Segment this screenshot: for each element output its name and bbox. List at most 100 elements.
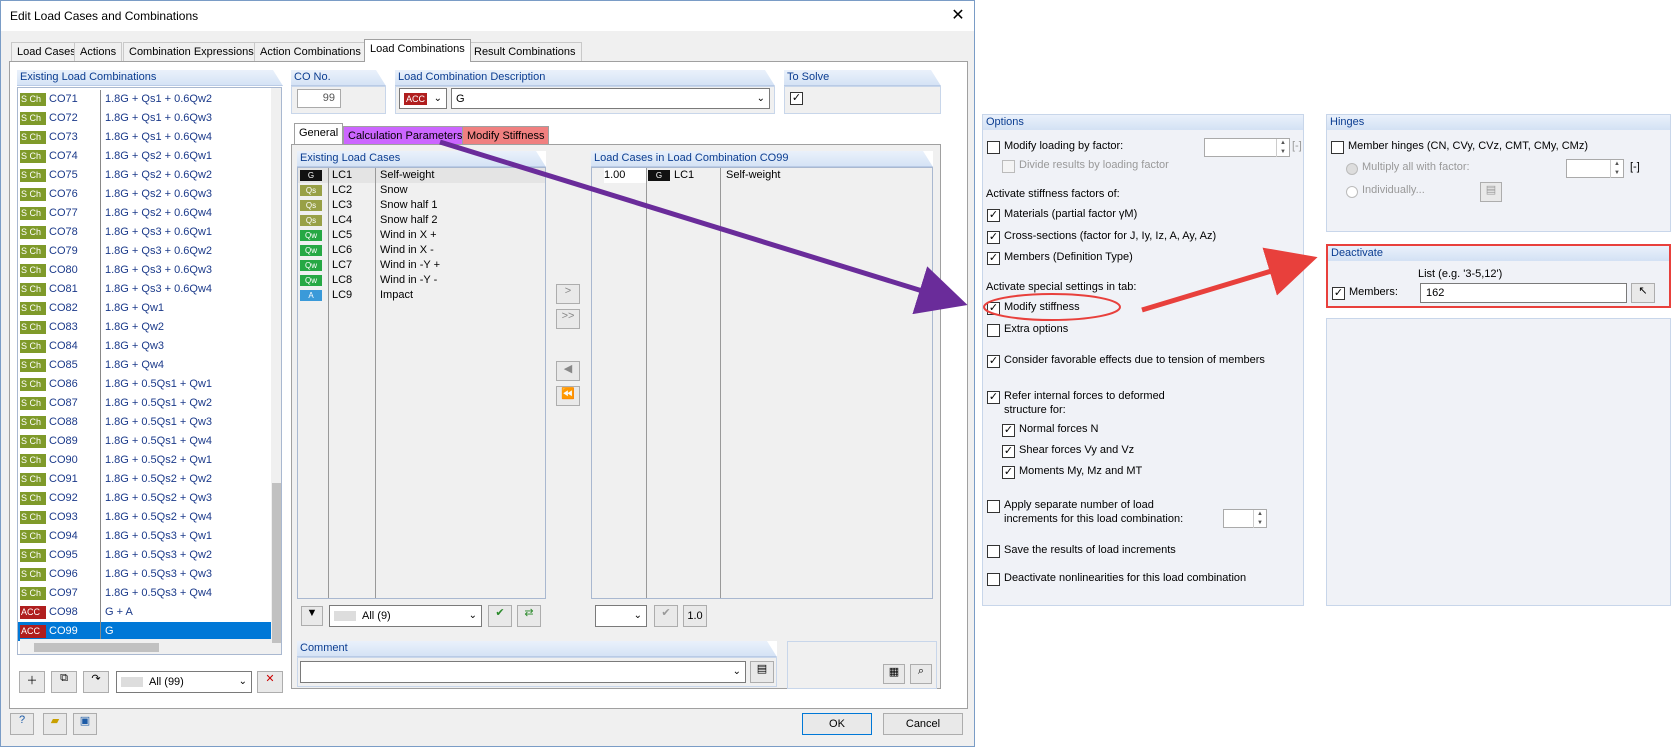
help-icon[interactable]: ? — [10, 713, 34, 735]
add-icon[interactable]: > — [556, 284, 580, 304]
combo-row[interactable]: S Ch CO95 1.8G + 0.5Qs3 + Qw2 — [18, 546, 272, 565]
tab-modify-stiffness[interactable]: Modify Stiffness — [462, 126, 550, 145]
combo-row[interactable]: S Ch CO79 1.8G + Qs3 + 0.6Qw2 — [18, 242, 272, 261]
combo-row[interactable]: S Ch CO91 1.8G + 0.5Qs2 + Qw2 — [18, 470, 272, 489]
combo-row[interactable]: S Ch CO74 1.8G + Qs2 + 0.6Qw1 — [18, 147, 272, 166]
tab-load-combinations[interactable]: Load Combinations — [364, 39, 471, 62]
modify-stiffness-checkbox[interactable]: ✓ — [987, 302, 1000, 315]
lc-row[interactable]: Qw LC5 Wind in X + — [298, 228, 545, 243]
delete-combo-icon[interactable]: ✕ — [257, 671, 283, 693]
combo-row[interactable]: ACC CO98 G + A — [18, 603, 272, 622]
members-definition-checkbox[interactable]: ✓ — [987, 252, 1000, 265]
renumber-icon[interactable]: ↷ — [83, 671, 109, 693]
multiply-all-radio[interactable] — [1346, 163, 1358, 175]
normal-forces-checkbox[interactable]: ✓ — [1002, 424, 1015, 437]
cancel-button[interactable]: Cancel — [883, 713, 963, 735]
combo-row[interactable]: S Ch CO83 1.8G + Qw2 — [18, 318, 272, 337]
in-combo-list[interactable]: 1.00 G LC1 Self-weight — [591, 167, 933, 599]
copy-combo-icon[interactable]: ⧉ — [51, 671, 77, 693]
combo-row[interactable]: S Ch CO87 1.8G + 0.5Qs1 + Qw2 — [18, 394, 272, 413]
member-hinges-checkbox[interactable] — [1331, 141, 1344, 154]
combo-row[interactable]: S Ch CO86 1.8G + 0.5Qs1 + Qw1 — [18, 375, 272, 394]
lc-row[interactable]: Qs LC3 Snow half 1 — [298, 198, 545, 213]
tab-load-cases[interactable]: Load Cases — [11, 42, 82, 61]
add-all-icon[interactable]: >> — [556, 309, 580, 329]
comment-input[interactable]: ⌄ — [300, 661, 746, 683]
edit-hinges-icon[interactable]: ▤ — [1480, 182, 1502, 202]
combo-row[interactable]: S Ch CO78 1.8G + Qs3 + 0.6Qw1 — [18, 223, 272, 242]
tab-actions[interactable]: Actions — [74, 42, 123, 61]
combo-row[interactable]: S Ch CO89 1.8G + 0.5Qs1 + Qw4 — [18, 432, 272, 451]
combo-row[interactable]: S Ch CO92 1.8G + 0.5Qs2 + Qw3 — [18, 489, 272, 508]
lc-row[interactable]: A LC9 Impact — [298, 288, 545, 303]
combo-list-hscroll[interactable] — [20, 639, 272, 654]
factor-one-button[interactable]: 1.0 — [683, 605, 707, 627]
remove-all-icon[interactable]: ⏪ — [556, 386, 580, 406]
shear-forces-checkbox[interactable]: ✓ — [1002, 445, 1015, 458]
filter-icon[interactable]: ▼ — [301, 606, 323, 626]
materials-checkbox[interactable]: ✓ — [987, 209, 1000, 222]
combo-row[interactable]: S Ch CO88 1.8G + 0.5Qs1 + Qw3 — [18, 413, 272, 432]
spin-up-icon[interactable]: ▲ — [1253, 510, 1266, 519]
combo-filter-select[interactable]: All (99) ⌄ — [116, 671, 252, 693]
tab-general[interactable]: General — [294, 123, 344, 145]
ok-button[interactable]: OK — [802, 713, 872, 735]
spin-down-icon[interactable]: ▼ — [1610, 169, 1623, 178]
combo-row[interactable]: S Ch CO90 1.8G + 0.5Qs2 + Qw1 — [18, 451, 272, 470]
remove-icon[interactable]: ◀ — [556, 361, 580, 381]
lc-row[interactable]: Qw LC8 Wind in -Y - — [298, 273, 545, 288]
combo-row[interactable]: S Ch CO96 1.8G + 0.5Qs3 + Qw3 — [18, 565, 272, 584]
hinge-factor-input[interactable]: ▲ ▼ — [1566, 159, 1624, 178]
save-results-checkbox[interactable] — [987, 545, 1000, 558]
moments-checkbox[interactable]: ✓ — [1002, 466, 1015, 479]
combo-row[interactable]: S Ch CO94 1.8G + 0.5Qs3 + Qw1 — [18, 527, 272, 546]
spin-down-icon[interactable]: ▼ — [1253, 519, 1266, 528]
open-folder-icon[interactable]: ▰ — [43, 713, 67, 735]
lc-row[interactable]: G LC1 Self-weight — [298, 168, 545, 183]
factor-select[interactable]: ⌄ — [595, 605, 647, 627]
tab-combination-expressions[interactable]: Combination Expressions — [123, 42, 260, 61]
graphic-icon[interactable]: ▦ — [883, 664, 905, 684]
lc-row[interactable]: Qw LC7 Wind in -Y + — [298, 258, 545, 273]
list-item[interactable]: 1.00 G LC1 Self-weight — [592, 168, 932, 183]
extra-options-checkbox[interactable] — [987, 324, 1000, 337]
loading-factor-input[interactable]: ▲ ▼ — [1204, 138, 1290, 157]
comment-library-icon[interactable]: ▤ — [750, 661, 774, 683]
new-combo-icon[interactable]: ＋ — [19, 671, 45, 693]
select-all-icon[interactable]: ✔ — [488, 605, 512, 627]
description-input[interactable]: G ⌄ — [451, 88, 770, 109]
deactivate-nl-checkbox[interactable] — [987, 573, 1000, 586]
hscroll-thumb[interactable] — [34, 643, 159, 652]
tab-action-combinations[interactable]: Action Combinations — [254, 42, 367, 61]
pick-members-icon[interactable]: ↖ — [1631, 283, 1655, 303]
combo-type-select[interactable]: ACC ⌄ — [399, 88, 447, 109]
lc-row[interactable]: Qw LC6 Wind in X - — [298, 243, 545, 258]
load-increments-input[interactable]: ▲ ▼ — [1223, 509, 1267, 528]
individually-radio[interactable] — [1346, 186, 1358, 198]
combo-row[interactable]: S Ch CO85 1.8G + Qw4 — [18, 356, 272, 375]
spin-up-icon[interactable]: ▲ — [1610, 160, 1623, 169]
combo-row[interactable]: S Ch CO73 1.8G + Qs1 + 0.6Qw4 — [18, 128, 272, 147]
combo-list-vscroll[interactable] — [271, 88, 281, 654]
divide-results-checkbox[interactable] — [1002, 160, 1015, 173]
swap-icon[interactable]: ⇄ — [517, 605, 541, 627]
combo-row[interactable]: S Ch CO72 1.8G + Qs1 + 0.6Qw3 — [18, 109, 272, 128]
combo-row[interactable]: S Ch CO81 1.8G + Qs3 + 0.6Qw4 — [18, 280, 272, 299]
co-no-field[interactable]: 99 — [297, 89, 341, 108]
close-icon[interactable]: ✕ — [947, 5, 969, 27]
lc-filter-select[interactable]: All (9) ⌄ — [329, 605, 482, 627]
lc-row[interactable]: Qs LC4 Snow half 2 — [298, 213, 545, 228]
combo-row[interactable]: S Ch CO76 1.8G + Qs2 + 0.6Qw3 — [18, 185, 272, 204]
combo-row[interactable]: S Ch CO84 1.8G + Qw3 — [18, 337, 272, 356]
apply-separate-checkbox[interactable] — [987, 500, 1000, 513]
spin-up-icon[interactable]: ▲ — [1276, 139, 1289, 148]
members-deactivate-input[interactable]: 162 — [1420, 283, 1627, 303]
combo-row[interactable]: S Ch CO71 1.8G + Qs1 + 0.6Qw2 — [18, 90, 272, 109]
spin-down-icon[interactable]: ▼ — [1276, 148, 1289, 157]
combo-row[interactable]: S Ch CO75 1.8G + Qs2 + 0.6Qw2 — [18, 166, 272, 185]
existing-lc-list[interactable]: G LC1 Self-weight Qs LC2 Snow Qs LC3 Snow half 1… — [297, 167, 546, 599]
refer-internal-checkbox[interactable]: ✓ — [987, 391, 1000, 404]
cross-sections-checkbox[interactable]: ✓ — [987, 231, 1000, 244]
vscroll-thumb[interactable] — [272, 483, 281, 643]
combo-list[interactable]: S Ch CO71 1.8G + Qs1 + 0.6Qw2 S Ch CO72 1.8G … — [17, 87, 282, 655]
